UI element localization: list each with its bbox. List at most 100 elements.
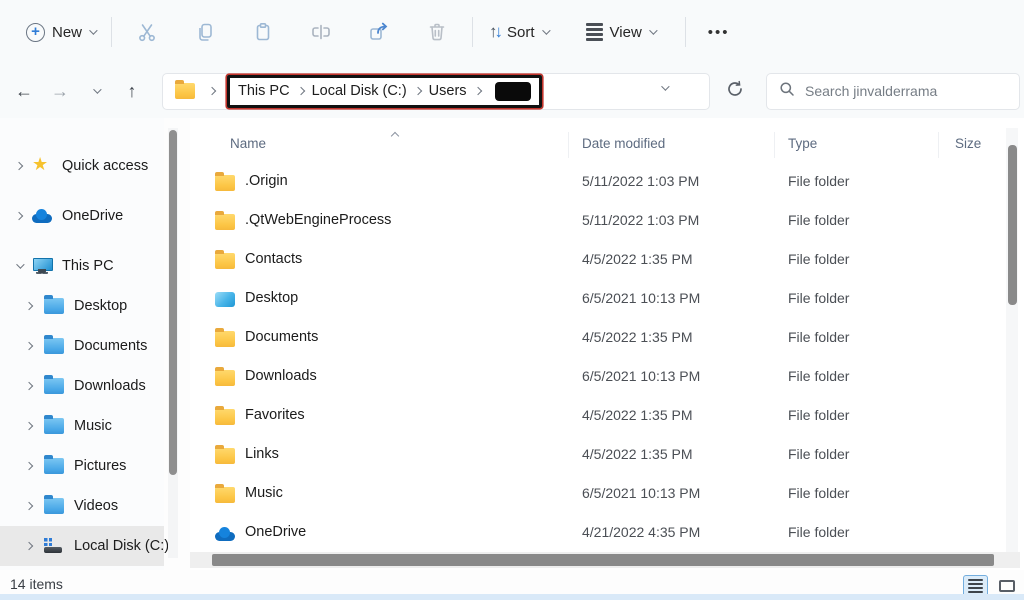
vertical-scrollbar-thumb[interactable] bbox=[1008, 145, 1017, 305]
file-name[interactable]: .Origin bbox=[245, 173, 288, 189]
new-button[interactable]: + New bbox=[16, 15, 105, 50]
file-date-modified: 6/5/2021 10:13 PM bbox=[582, 368, 700, 384]
file-row-favorites[interactable]: Favorites 4/5/2022 1:35 PM File folder bbox=[190, 397, 1000, 436]
rename-icon bbox=[310, 21, 332, 43]
breadcrumb-users[interactable]: Users bbox=[429, 83, 467, 99]
cut-button[interactable] bbox=[118, 12, 176, 52]
column-header-type[interactable]: Type bbox=[788, 136, 817, 151]
column-divider[interactable] bbox=[774, 132, 775, 158]
folder-icon bbox=[215, 331, 235, 347]
toolbar-divider bbox=[685, 17, 686, 47]
sidebar-item-downloads[interactable]: Downloads bbox=[0, 366, 164, 406]
sidebar-item-onedrive[interactable]: OneDrive bbox=[0, 196, 164, 236]
breadcrumb-chevron-icon bbox=[208, 87, 216, 95]
sort-icon: ↑↓ bbox=[489, 22, 500, 42]
folder-icon bbox=[215, 370, 235, 386]
search-icon bbox=[779, 81, 795, 102]
recent-locations-button[interactable] bbox=[78, 74, 114, 108]
sidebar-item-videos[interactable]: Videos bbox=[0, 486, 164, 526]
column-divider[interactable] bbox=[938, 132, 939, 158]
file-type: File folder bbox=[788, 290, 849, 306]
refresh-icon bbox=[725, 79, 745, 104]
file-type: File folder bbox=[788, 251, 849, 267]
sidebar-item-pictures[interactable]: Pictures bbox=[0, 446, 164, 486]
sidebar-scrollbar-thumb[interactable] bbox=[169, 130, 177, 475]
column-header-date-modified[interactable]: Date modified bbox=[582, 136, 665, 151]
file-date-modified: 4/5/2022 1:35 PM bbox=[582, 329, 693, 345]
file-row-music[interactable]: Music 6/5/2021 10:13 PM File folder bbox=[190, 475, 1000, 514]
share-button[interactable] bbox=[350, 12, 408, 52]
breadcrumb[interactable]: This PC Local Disk (C:) Users bbox=[162, 73, 710, 110]
folder-icon bbox=[175, 83, 195, 99]
file-type: File folder bbox=[788, 407, 849, 423]
file-row-origin[interactable]: .Origin 5/11/2022 1:03 PM File folder bbox=[190, 163, 1000, 202]
sidebar-item-this-pc[interactable]: This PC bbox=[0, 246, 164, 286]
sidebar-item-music[interactable]: Music bbox=[0, 406, 164, 446]
file-date-modified: 4/5/2022 1:35 PM bbox=[582, 446, 693, 462]
refresh-button[interactable] bbox=[718, 74, 752, 108]
horizontal-scrollbar[interactable] bbox=[190, 552, 1020, 568]
up-button[interactable]: ↑ bbox=[114, 74, 150, 108]
delete-button[interactable] bbox=[408, 12, 466, 52]
sort-button[interactable]: ↑↓ Sort bbox=[479, 14, 558, 50]
column-divider[interactable] bbox=[568, 132, 569, 158]
expand-chevron-icon[interactable] bbox=[12, 263, 26, 269]
file-row-desktop[interactable]: Desktop 6/5/2021 10:13 PM File folder bbox=[190, 280, 1000, 319]
breadcrumb-this-pc[interactable]: This PC bbox=[238, 83, 290, 99]
forward-button[interactable]: → bbox=[42, 74, 78, 108]
cut-icon bbox=[136, 21, 158, 43]
file-name[interactable]: Music bbox=[245, 485, 283, 501]
breadcrumb-chevron-icon bbox=[473, 87, 481, 95]
folder-blue-icon bbox=[44, 458, 64, 474]
vertical-scrollbar[interactable] bbox=[1006, 128, 1018, 552]
expand-chevron-icon[interactable] bbox=[22, 343, 36, 349]
file-name[interactable]: OneDrive bbox=[245, 524, 306, 540]
file-name[interactable]: Documents bbox=[245, 329, 318, 345]
file-name[interactable]: Contacts bbox=[245, 251, 302, 267]
breadcrumb-local-disk-c[interactable]: Local Disk (C:) bbox=[312, 83, 407, 99]
horizontal-scrollbar-thumb[interactable] bbox=[212, 554, 994, 566]
file-row-onedrive[interactable]: OneDrive 4/21/2022 4:35 PM File folder bbox=[190, 514, 1000, 553]
expand-chevron-icon[interactable] bbox=[22, 503, 36, 509]
sidebar-item-local-disk-c[interactable]: Local Disk (C:) bbox=[0, 526, 164, 566]
column-header-size[interactable]: Size bbox=[955, 136, 981, 151]
navigation-pane: Quick access OneDrive This PC Desktop Do… bbox=[0, 118, 164, 570]
expand-chevron-icon[interactable] bbox=[22, 423, 36, 429]
expand-chevron-icon[interactable] bbox=[22, 383, 36, 389]
file-row-documents[interactable]: Documents 4/5/2022 1:35 PM File folder bbox=[190, 319, 1000, 358]
paste-button[interactable] bbox=[234, 12, 292, 52]
expand-chevron-icon[interactable] bbox=[12, 163, 26, 169]
file-row-downloads[interactable]: Downloads 6/5/2021 10:13 PM File folder bbox=[190, 358, 1000, 397]
star-icon bbox=[32, 158, 52, 174]
copy-button[interactable] bbox=[176, 12, 234, 52]
sidebar-item-quick-access[interactable]: Quick access bbox=[0, 146, 164, 186]
file-row-links[interactable]: Links 4/5/2022 1:35 PM File folder bbox=[190, 436, 1000, 475]
column-header-name[interactable]: Name bbox=[230, 136, 266, 151]
back-button[interactable]: ← bbox=[6, 74, 42, 108]
sidebar-scrollbar[interactable] bbox=[168, 128, 178, 558]
folder-icon bbox=[215, 175, 235, 191]
sort-ascending-caret-icon bbox=[392, 126, 398, 144]
file-name[interactable]: Favorites bbox=[245, 407, 305, 423]
file-name[interactable]: Desktop bbox=[245, 290, 298, 306]
sidebar-item-desktop[interactable]: Desktop bbox=[0, 286, 164, 326]
paste-icon bbox=[252, 21, 274, 43]
search-input[interactable]: Search jinvalderrama bbox=[766, 73, 1020, 110]
expand-chevron-icon[interactable] bbox=[22, 303, 36, 309]
file-name[interactable]: .QtWebEngineProcess bbox=[245, 212, 391, 228]
file-name[interactable]: Downloads bbox=[245, 368, 317, 384]
expand-chevron-icon[interactable] bbox=[22, 543, 36, 549]
copy-icon bbox=[194, 21, 216, 43]
view-button[interactable]: View bbox=[576, 13, 665, 52]
see-more-button[interactable]: ••• bbox=[698, 16, 740, 49]
sidebar-item-documents[interactable]: Documents bbox=[0, 326, 164, 366]
expand-chevron-icon[interactable] bbox=[22, 463, 36, 469]
address-dropdown-chevron-icon[interactable] bbox=[661, 82, 669, 90]
expand-chevron-icon[interactable] bbox=[12, 213, 26, 219]
rename-button[interactable] bbox=[292, 12, 350, 52]
file-row-qtwebengineprocess[interactable]: .QtWebEngineProcess 5/11/2022 1:03 PM Fi… bbox=[190, 202, 1000, 241]
folder-icon bbox=[215, 448, 235, 464]
file-row-contacts[interactable]: Contacts 4/5/2022 1:35 PM File folder bbox=[190, 241, 1000, 280]
file-name[interactable]: Links bbox=[245, 446, 279, 462]
file-date-modified: 4/21/2022 4:35 PM bbox=[582, 524, 700, 540]
